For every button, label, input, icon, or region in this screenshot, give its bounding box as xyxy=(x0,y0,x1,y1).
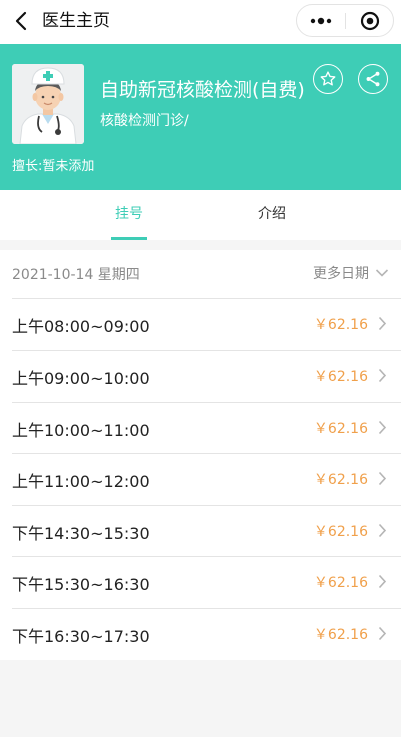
tab-bar: 挂号 介绍 xyxy=(0,190,401,240)
slot-price: ￥62.16 xyxy=(313,524,368,540)
slot-time: 上午08:00~09:00 xyxy=(12,317,150,336)
time-slot-row[interactable]: 上午10:00~11:00 ￥62.16 xyxy=(0,403,401,454)
more-dates-button[interactable]: 更多日期 xyxy=(313,263,389,283)
slot-price: ￥62.16 xyxy=(313,575,368,591)
more-dates-label: 更多日期 xyxy=(313,266,369,282)
slot-price: ￥62.16 xyxy=(313,472,368,488)
favorite-button[interactable] xyxy=(313,64,343,94)
chevron-right-icon xyxy=(378,368,387,383)
tab-introduction-label: 介绍 xyxy=(258,206,286,222)
time-slot-row[interactable]: 下午15:30~16:30 ￥62.16 xyxy=(0,557,401,608)
page-title: 医生主页 xyxy=(42,11,110,31)
slot-time: 下午16:30~17:30 xyxy=(12,627,150,646)
active-tab-indicator xyxy=(111,237,147,240)
tab-registration-label: 挂号 xyxy=(115,206,143,222)
more-dots-icon xyxy=(310,17,332,24)
chevron-right-icon xyxy=(378,523,387,538)
chevron-right-icon xyxy=(378,471,387,486)
target-close-icon xyxy=(360,11,380,30)
share-button[interactable] xyxy=(358,64,388,94)
slot-price: ￥62.16 xyxy=(313,421,368,437)
chevron-down-icon xyxy=(375,269,389,277)
doctor-specialty: 擅长:暂未添加 xyxy=(12,159,95,174)
doctor-avatar xyxy=(12,64,84,144)
doctor-avatar-icon xyxy=(12,64,84,144)
time-slot-row[interactable]: 下午16:30~17:30 ￥62.16 xyxy=(0,609,401,660)
chevron-right-icon xyxy=(378,316,387,331)
slot-time: 上午09:00~10:00 xyxy=(12,369,150,388)
slot-time: 下午14:30~15:30 xyxy=(12,524,150,543)
more-menu-button[interactable] xyxy=(297,5,345,36)
slot-price: ￥62.16 xyxy=(313,627,368,643)
close-miniprogram-button[interactable] xyxy=(347,5,393,36)
selected-date: 2021-10-14 星期四 xyxy=(12,267,140,283)
time-slot-row[interactable]: 上午09:00~10:00 ￥62.16 xyxy=(0,351,401,402)
schedule-panel: 2021-10-14 星期四 更多日期 上午08:00~09:00 ￥62.16… xyxy=(0,250,401,660)
miniprogram-capsule xyxy=(296,4,394,37)
back-button[interactable] xyxy=(6,6,36,36)
slot-price: ￥62.16 xyxy=(313,369,368,385)
doctor-header: 自助新冠核酸检测(自费) 核酸检测门诊/ 擅长:暂未添加 xyxy=(0,44,401,190)
slot-time: 上午11:00~12:00 xyxy=(12,472,150,491)
date-row: 2021-10-14 星期四 更多日期 xyxy=(0,250,401,298)
tab-introduction[interactable]: 介绍 xyxy=(243,190,301,240)
back-arrow-icon xyxy=(15,11,27,31)
slot-time: 上午10:00~11:00 xyxy=(12,421,150,440)
time-slot-row[interactable]: 上午11:00~12:00 ￥62.16 xyxy=(0,454,401,505)
capsule-divider xyxy=(345,13,346,29)
chevron-right-icon xyxy=(378,420,387,435)
share-icon xyxy=(366,71,380,87)
star-icon xyxy=(320,71,336,86)
doctor-name: 自助新冠核酸检测(自费) xyxy=(100,79,305,101)
slot-time: 下午15:30~16:30 xyxy=(12,575,150,594)
slot-price: ￥62.16 xyxy=(313,317,368,333)
doctor-department: 核酸检测门诊/ xyxy=(100,113,189,129)
time-slot-row[interactable]: 上午08:00~09:00 ￥62.16 xyxy=(0,299,401,350)
chevron-right-icon xyxy=(378,626,387,641)
top-nav-bar: 医生主页 xyxy=(0,0,401,44)
chevron-right-icon xyxy=(378,574,387,589)
tab-registration[interactable]: 挂号 xyxy=(100,190,158,240)
time-slot-row[interactable]: 下午14:30~15:30 ￥62.16 xyxy=(0,506,401,557)
